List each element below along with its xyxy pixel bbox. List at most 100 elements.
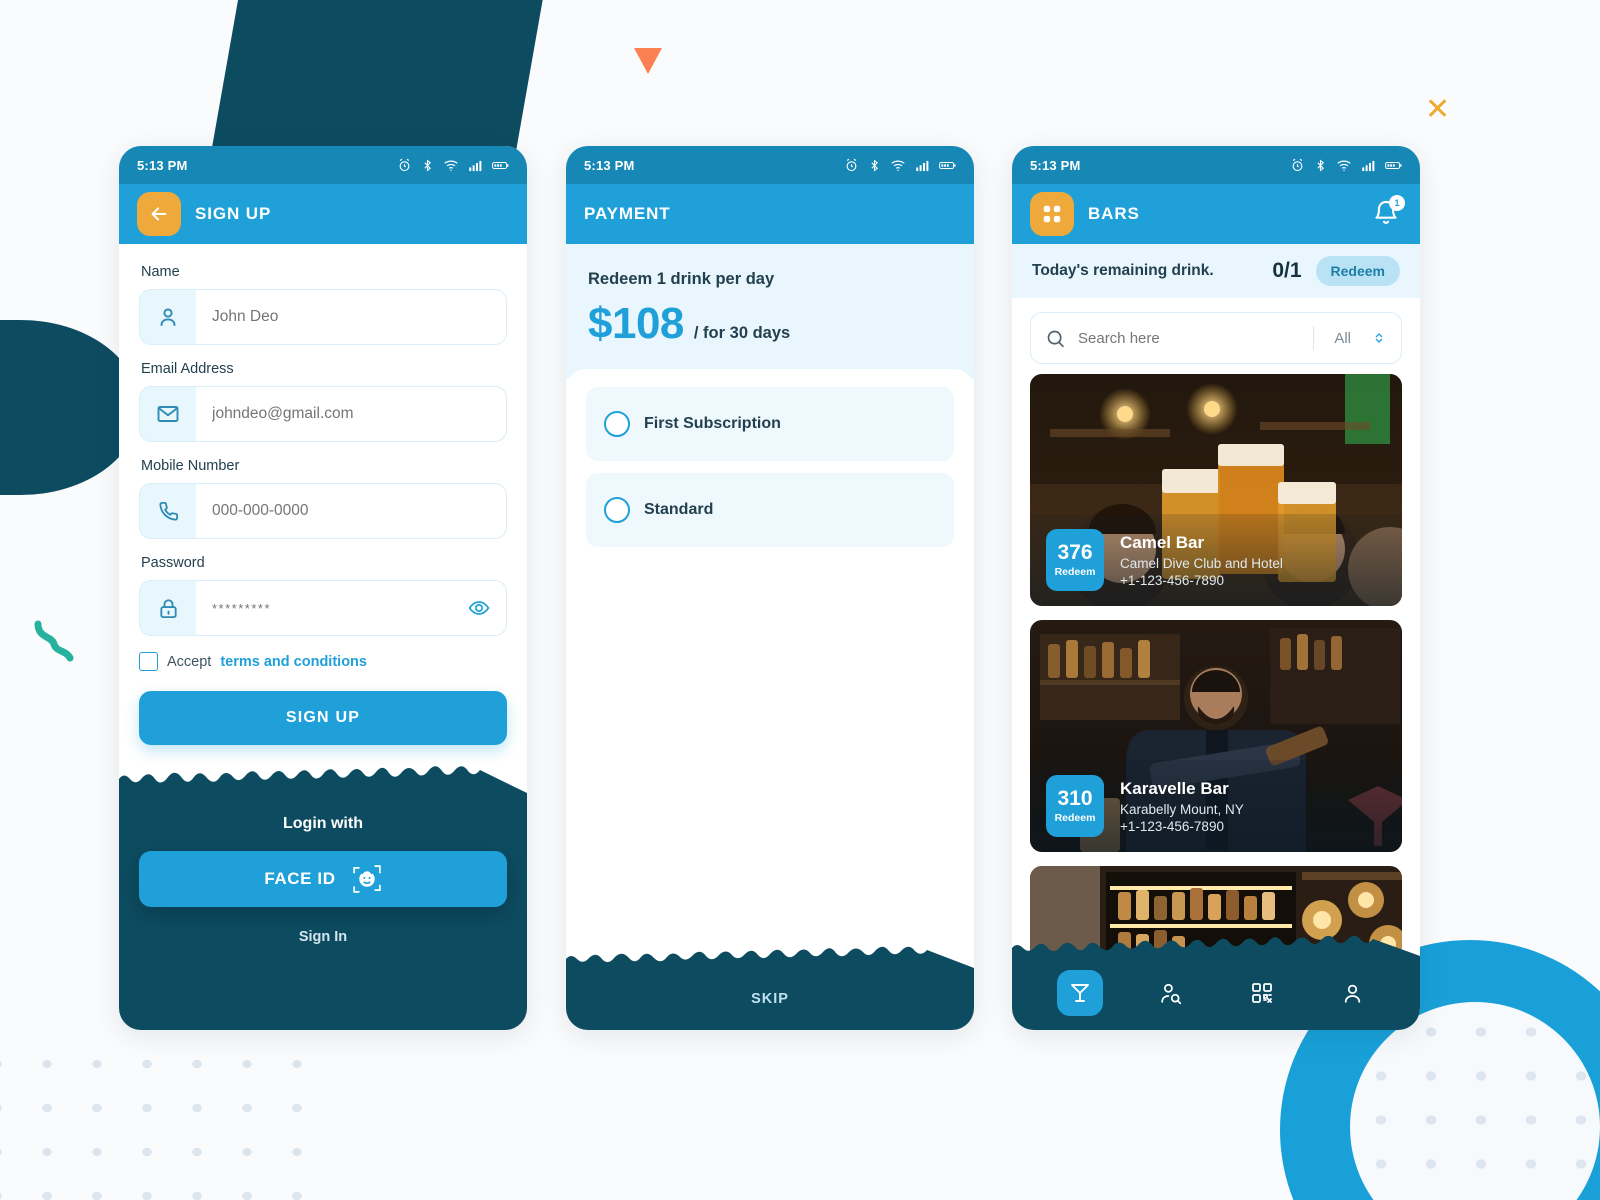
- grid-menu-button[interactable]: [1030, 192, 1074, 236]
- skip-button[interactable]: SKIP: [566, 968, 974, 1030]
- tab-profile[interactable]: [1330, 970, 1376, 1016]
- email-input[interactable]: [196, 405, 506, 423]
- redeem-count-box[interactable]: 310 Redeem: [1046, 775, 1104, 837]
- password-input[interactable]: [196, 600, 468, 616]
- bars-title: BARS: [1088, 204, 1140, 223]
- tab-user-search[interactable]: [1148, 970, 1194, 1016]
- bar-card-info: Camel Bar Camel Dive Club and Hotel +1-1…: [1120, 533, 1283, 588]
- terms-checkbox[interactable]: [139, 652, 158, 671]
- grid-icon: [1043, 205, 1061, 223]
- search-input[interactable]: [1078, 329, 1302, 347]
- signup-title: SIGN UP: [195, 204, 272, 223]
- radio-icon[interactable]: [604, 497, 630, 523]
- eye-icon[interactable]: [468, 597, 506, 619]
- lock-icon: [140, 581, 196, 635]
- payment-appbar: PAYMENT: [566, 184, 974, 244]
- remaining-drink-bar: Today's remaining drink. 0/1 Redeem: [1012, 244, 1420, 298]
- battery-icon: [1385, 161, 1402, 169]
- mobile-input[interactable]: [196, 502, 506, 520]
- redeem-count-box[interactable]: 376 Redeem: [1046, 529, 1104, 591]
- phone-icon: [140, 484, 196, 538]
- signal-icon: [1362, 160, 1375, 171]
- torn-edge-divider: [119, 763, 527, 793]
- search-filter-label[interactable]: All: [1326, 330, 1359, 347]
- bar-name: Karavelle Bar: [1120, 778, 1229, 798]
- bars-body: Today's remaining drink. 0/1 Redeem All: [1012, 244, 1420, 1030]
- option-label: Standard: [644, 501, 714, 518]
- bluetooth-icon: [871, 158, 879, 172]
- bar-address: Camel Dive Club and Hotel: [1120, 555, 1283, 571]
- torn-edge-divider: [566, 946, 974, 968]
- x-decoration-icon: ✕: [1425, 93, 1451, 126]
- status-icons: [1290, 158, 1402, 173]
- cocktail-icon: [1070, 984, 1089, 1002]
- bar-card-overlay: 310 Redeem Karavelle Bar Karabelly Mount…: [1030, 760, 1402, 852]
- user-search-icon: [1161, 983, 1182, 1004]
- password-input-row[interactable]: [139, 580, 507, 636]
- social-login-panel: Login with FACE ID Sign In: [119, 793, 527, 1030]
- search-icon: [1047, 330, 1064, 347]
- payment-price: $108: [588, 299, 684, 348]
- bar-address: Karabelly Mount, NY: [1120, 801, 1244, 817]
- bottom-tab-bar: [1012, 956, 1420, 1030]
- payment-options-card: First Subscription Standard: [566, 369, 974, 946]
- bar-card[interactable]: 310 Redeem Karavelle Bar Karabelly Mount…: [1030, 620, 1402, 852]
- search-bar[interactable]: All: [1030, 312, 1402, 364]
- signup-body: Name Email Address Mobile Number: [119, 244, 527, 1030]
- bar-card-overlay: 376 Redeem Camel Bar Camel Dive Club and…: [1030, 514, 1402, 606]
- signup-submit-button[interactable]: SIGN UP: [139, 691, 507, 745]
- squiggle-decoration-icon: [32, 620, 78, 669]
- email-label: Email Address: [141, 361, 234, 377]
- search-divider: [1313, 326, 1315, 350]
- face-id-button[interactable]: FACE ID: [139, 851, 507, 907]
- email-input-row[interactable]: [139, 386, 507, 442]
- redeem-label: Redeem: [1054, 812, 1096, 825]
- status-bar: 5:13 PM: [566, 146, 974, 184]
- battery-icon: [939, 161, 956, 169]
- mobile-input-row[interactable]: [139, 483, 507, 539]
- signup-form: Name Email Address Mobile Number: [119, 244, 527, 745]
- bar-card-info: Karavelle Bar Karabelly Mount, NY +1-123…: [1120, 779, 1244, 834]
- canvas: ✕ 5:13 PM SIGN UP Name John Deo Email Ad…: [0, 0, 1600, 1200]
- signal-icon: [916, 160, 929, 171]
- back-button[interactable]: [137, 192, 181, 236]
- qr-code-icon: [1251, 983, 1272, 1003]
- tab-qr-code[interactable]: [1239, 970, 1285, 1016]
- redeem-count: 376: [1057, 540, 1093, 564]
- wifi-icon: [891, 160, 905, 171]
- bluetooth-icon: [1317, 158, 1325, 172]
- radio-icon[interactable]: [604, 411, 630, 437]
- phone-payment-screen: 5:13 PM PAYMENT Redeem 1 drink per day $…: [566, 146, 974, 1030]
- name-label: Name: [141, 264, 180, 280]
- alarm-icon: [1292, 158, 1303, 171]
- profile-icon: [1344, 984, 1361, 1003]
- triangle-decoration-icon: [634, 48, 662, 74]
- name-input[interactable]: [196, 308, 506, 326]
- user-icon: [140, 290, 196, 344]
- bar-phone: +1-123-456-7890: [1120, 572, 1224, 588]
- bar-card[interactable]: 376 Redeem Camel Bar Camel Dive Club and…: [1030, 374, 1402, 606]
- terms-link[interactable]: terms and conditions: [220, 654, 367, 670]
- payment-option-first-subscription[interactable]: First Subscription: [586, 387, 954, 461]
- tab-bars[interactable]: [1056, 970, 1103, 1016]
- terms-row[interactable]: Accept terms and conditions: [139, 652, 507, 671]
- face-id-label: FACE ID: [264, 869, 336, 888]
- notifications-button[interactable]: 1: [1372, 195, 1405, 229]
- payment-option-standard[interactable]: Standard: [586, 473, 954, 547]
- bars-appbar: BARS 1: [1012, 184, 1420, 244]
- redeem-label: Redeem: [1054, 566, 1096, 579]
- bar-name: Camel Bar: [1120, 532, 1205, 552]
- remaining-label: Today's remaining drink.: [1032, 262, 1214, 279]
- bar-card-list[interactable]: 376 Redeem Camel Bar Camel Dive Club and…: [1012, 374, 1420, 1030]
- payment-price-row: $108 / for 30 days: [588, 299, 952, 349]
- payment-subtitle: Redeem 1 drink per day: [588, 270, 775, 288]
- name-input-row[interactable]: [139, 289, 507, 345]
- mail-icon: [140, 387, 196, 441]
- redeem-button[interactable]: Redeem: [1315, 256, 1400, 286]
- arrow-left-icon: [151, 207, 167, 221]
- sign-in-link[interactable]: Sign In: [139, 929, 507, 945]
- status-time: 5:13 PM: [1030, 157, 1081, 173]
- search-section: All: [1012, 298, 1420, 374]
- phone-signup-screen: 5:13 PM SIGN UP Name John Deo Email Addr…: [119, 146, 527, 1030]
- mobile-label: Mobile Number: [141, 458, 240, 474]
